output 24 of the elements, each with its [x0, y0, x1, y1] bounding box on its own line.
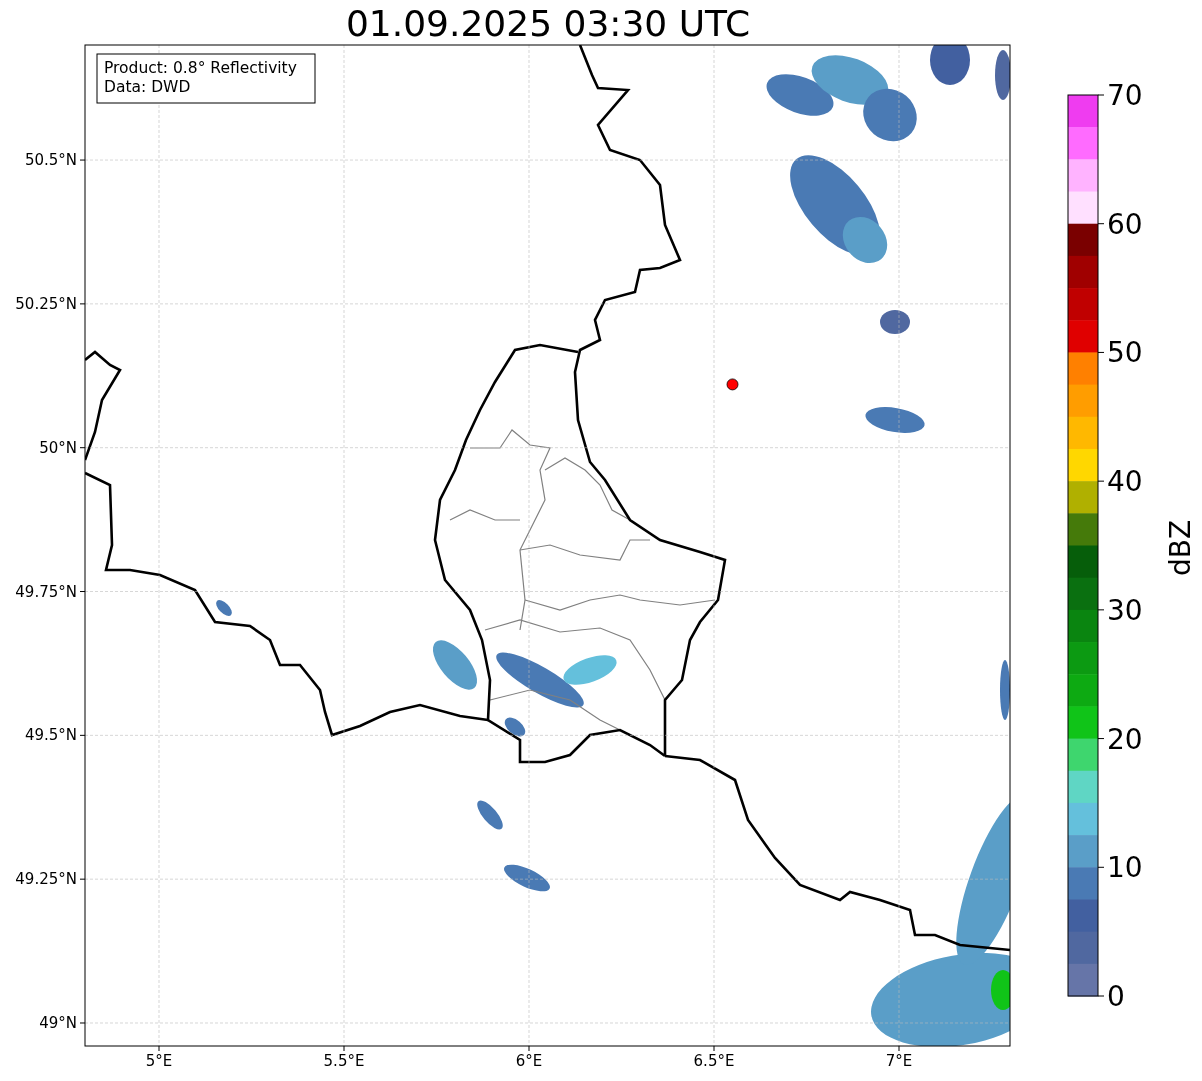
- x-tick-label: 7°E: [885, 1052, 913, 1070]
- colorbar-tick-label: 30: [1107, 593, 1143, 627]
- colorbar-tick-label: 0: [1107, 980, 1125, 1013]
- colorbar-tick-label: 70: [1107, 79, 1143, 112]
- colorbar-tick-label: 60: [1107, 207, 1143, 241]
- x-tick-label: 5°E: [145, 1052, 173, 1070]
- y-tick-label: 49.25°N: [15, 870, 77, 889]
- colorbar-tick-label: 20: [1107, 722, 1143, 756]
- info-text: Data: DWD: [104, 78, 191, 96]
- y-tick-label: 49.5°N: [24, 726, 77, 745]
- x-tick-label: 6°E: [515, 1052, 543, 1070]
- colorbar-label: dBZ: [1164, 519, 1197, 577]
- info-text: Product: 0.8° Reflectivity: [104, 59, 297, 77]
- x-tick-label: 6.5°E: [693, 1052, 735, 1070]
- y-tick-label: 49.75°N: [15, 582, 77, 601]
- colorbar-tick-label: 40: [1107, 465, 1143, 499]
- y-tick-label: 50°N: [39, 438, 77, 457]
- x-tick-label: 5.5°E: [323, 1052, 365, 1070]
- y-tick-label: 50.25°N: [15, 294, 77, 313]
- y-tick-label: 49°N: [39, 1014, 77, 1032]
- colorbar-tick-label: 50: [1107, 336, 1143, 370]
- colorbar-tick-label: 10: [1107, 851, 1143, 885]
- chart-title: 01.09.2025 03:30 UTC: [345, 3, 751, 44]
- y-tick-label: 50.5°N: [24, 151, 77, 170]
